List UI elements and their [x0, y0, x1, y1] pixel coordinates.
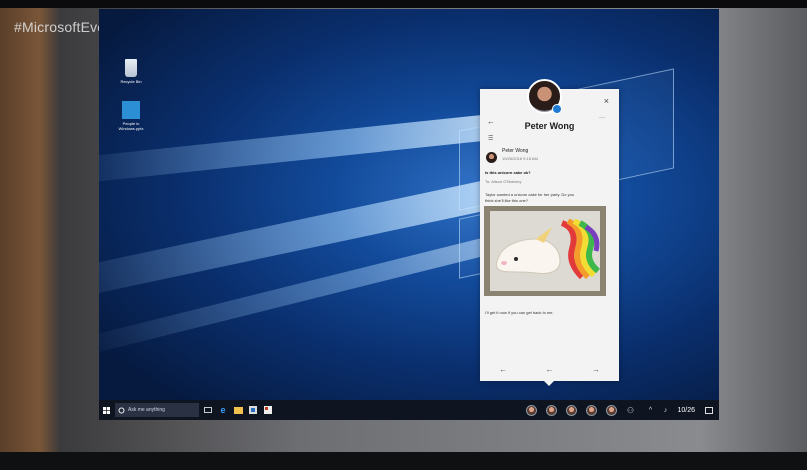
taskbar: Ask me anything e ⚇ ^ ♪ 10/26 [99, 400, 719, 420]
rainbow-mane [560, 219, 600, 280]
desktop-icon-label: People in Windows.pptx [118, 121, 144, 131]
start-button[interactable] [99, 400, 113, 420]
edge-icon[interactable]: e [217, 404, 229, 416]
message-sender-avatar [486, 152, 497, 163]
people-icon[interactable]: ⚇ [624, 404, 636, 416]
unicorn-cake-head [495, 227, 561, 274]
photo-scene: #MicrosoftEvent Recycle Bin People in Wi… [0, 0, 807, 470]
top-edge [0, 0, 807, 8]
cake-board [490, 211, 600, 291]
pinned-contact-avatar[interactable] [606, 404, 618, 416]
desktop-screen: Recycle Bin People in Windows.pptx [99, 9, 719, 420]
pinned-contact-avatar[interactable] [546, 404, 558, 416]
contact-app-badge-icon [552, 104, 562, 114]
message-subject: Is this unicorn cake ok? [485, 170, 531, 175]
desktop-icon-pptx[interactable]: People in Windows.pptx [114, 101, 148, 131]
recycle-bin-icon [125, 59, 137, 77]
cake-photo[interactable] [484, 206, 606, 296]
desktop-icon-label: Recycle Bin [120, 79, 142, 84]
cortana-search-box[interactable]: Ask me anything [115, 403, 199, 417]
windows-icon [102, 406, 110, 414]
cortana-icon [118, 407, 125, 413]
contact-name: Peter Wong [524, 121, 575, 131]
next-arrow-icon[interactable]: → [592, 365, 600, 374]
taskbar-clock[interactable]: 10/26 [677, 407, 695, 414]
action-center-icon[interactable] [703, 404, 715, 416]
chevron-up-icon[interactable]: ^ [644, 404, 656, 416]
pptx-file-icon [122, 101, 140, 119]
task-view-icon[interactable] [202, 404, 214, 416]
pinned-contact-avatar[interactable] [586, 404, 598, 416]
search-placeholder: Ask me anything [128, 407, 165, 413]
bottom-edge [0, 452, 807, 470]
message-signoff: I'll get it now if you can get back to m… [485, 310, 554, 315]
message-sender: Peter Wong [502, 148, 529, 154]
file-explorer-icon[interactable] [232, 404, 244, 416]
back-arrow-icon[interactable]: ← [545, 365, 553, 374]
pinned-contact-avatar[interactable] [566, 404, 578, 416]
message-recipients: To: Alison O'Mahony [485, 179, 522, 184]
store-icon[interactable] [247, 404, 259, 416]
powerpoint-icon[interactable] [262, 404, 274, 416]
desktop-icon-recycle-bin[interactable]: Recycle Bin [114, 59, 148, 84]
previous-arrow-icon[interactable]: ← [499, 365, 507, 374]
filter-icon[interactable]: ☰ [488, 135, 493, 142]
card-pointer [544, 381, 554, 386]
pinned-contact-avatar[interactable] [526, 404, 538, 416]
close-icon[interactable]: × [604, 96, 609, 106]
card-navigation: ← ← → [480, 358, 619, 381]
volume-icon[interactable]: ♪ [659, 404, 671, 416]
message-body: Taylor wanted a unicorn cake for her par… [485, 192, 575, 203]
message-timestamp: 10/26/2016 9:15 AM [502, 156, 538, 161]
